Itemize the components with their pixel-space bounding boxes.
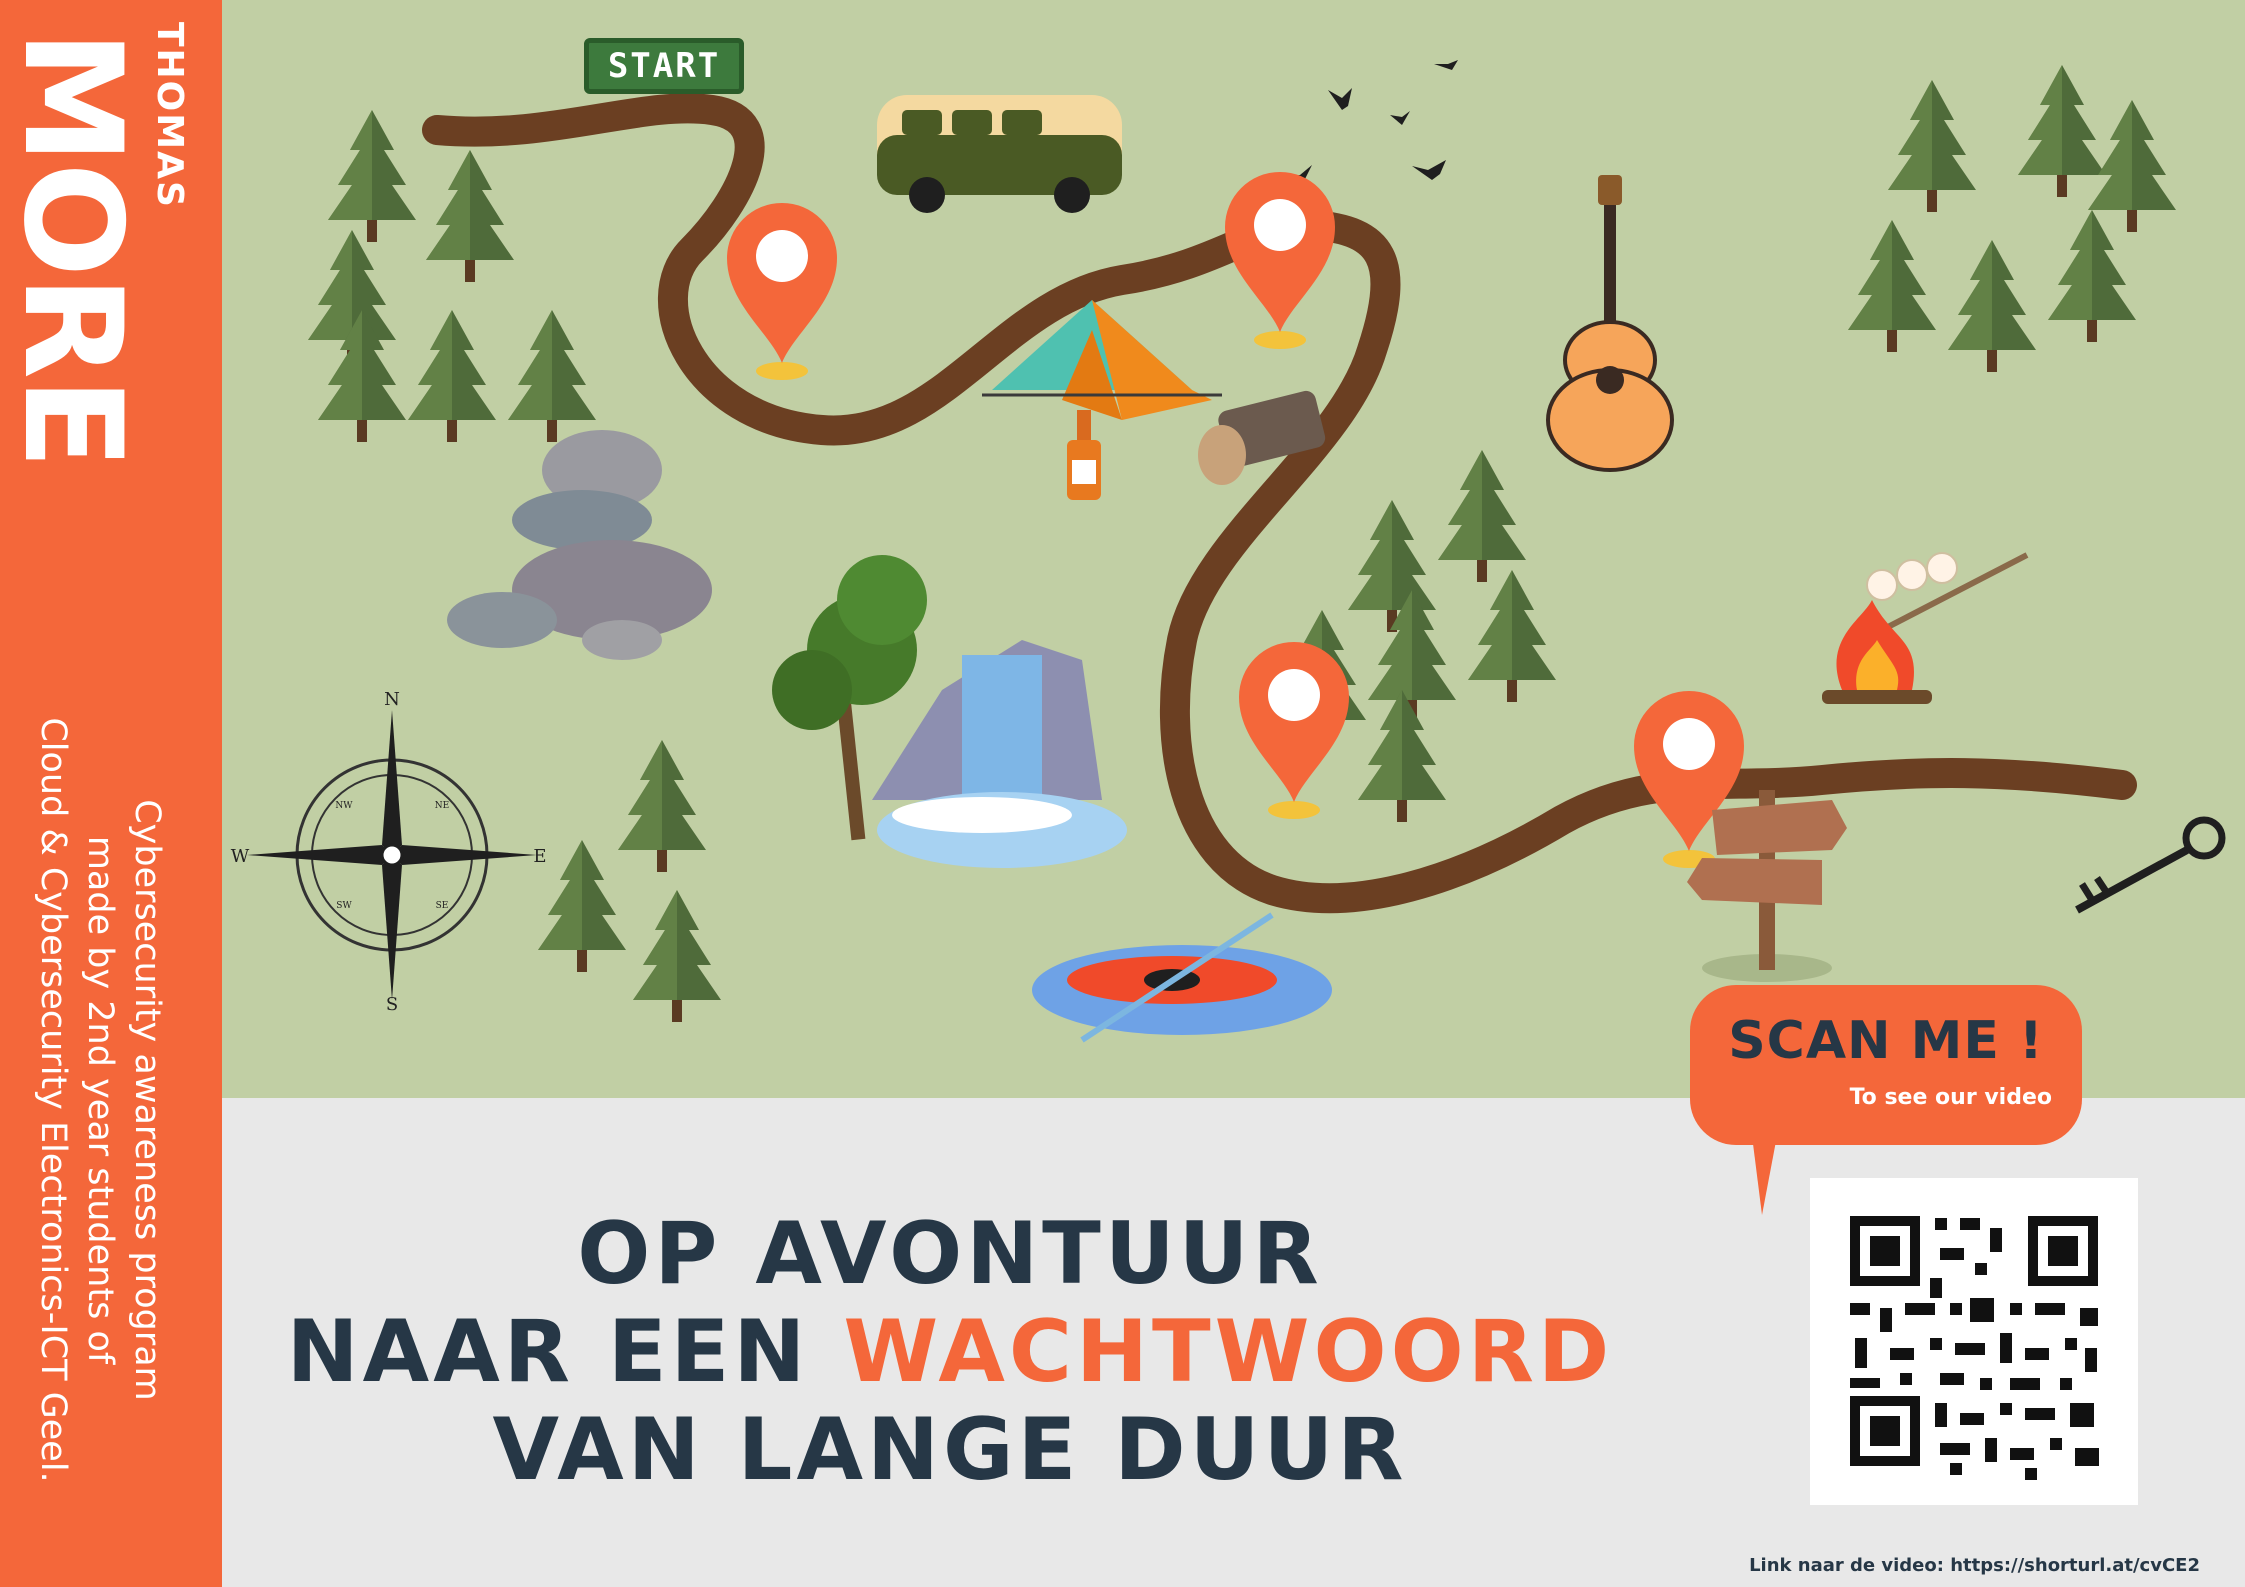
compass-nw: NW (335, 801, 353, 811)
program-line-3: Cloud & Cybersecurity Electronics-ICT Ge… (33, 717, 73, 1483)
scan-me-bubble: SCAN ME ! To see our video (1690, 985, 2082, 1145)
compass-se: SE (436, 901, 449, 911)
rocks (447, 430, 712, 660)
video-link[interactable]: Link naar de video: https://shorturl.at/… (1749, 1555, 2200, 1576)
compass-w: W (231, 846, 250, 867)
compass-e: E (533, 846, 546, 867)
title-line-1: OP AVONTUUR (577, 1204, 1323, 1304)
compass-sw: SW (336, 901, 352, 911)
bottle (1067, 410, 1101, 500)
program-description: Cybersecurity awareness program made by … (29, 620, 170, 1580)
compass-n: N (384, 689, 400, 710)
program-line-1: Cybersecurity awareness program (127, 799, 167, 1401)
map-illustration: N S W E NE NW SE SW (231, 60, 2226, 1043)
adventure-map: N S W E NE NW SE SW START (222, 0, 2245, 1098)
title-line-2: NAAR EEN WACHTWOORD (200, 1303, 1700, 1401)
compass-rose: N S W E NE NW SE SW (231, 689, 547, 1015)
signpost (1687, 790, 1847, 982)
scan-me-text: SCAN ME ! (1728, 1011, 2044, 1071)
qr-code-icon (1850, 1216, 2099, 1480)
start-label: START (607, 46, 721, 86)
guitar (1546, 175, 1674, 472)
start-badge: START (584, 38, 744, 94)
van (877, 95, 1122, 213)
title-accent-word: WACHTWOORD (843, 1302, 1614, 1402)
key-icon (2075, 816, 2226, 914)
campfire (1822, 552, 2029, 704)
kayak (1032, 912, 1332, 1043)
logo-thomas: THOMAS (149, 22, 190, 209)
compass-s: S (386, 994, 398, 1015)
title-line-3: VAN LANGE DUUR (492, 1400, 1408, 1500)
compass-ne: NE (435, 801, 449, 811)
logo-more: MORE (0, 30, 151, 468)
scan-me-subtext: To see our video (1849, 1085, 2052, 1110)
title-line-2-prefix: NAAR EEN (286, 1302, 844, 1402)
qr-code[interactable] (1810, 1178, 2138, 1505)
program-line-2: made by 2nd year students of (80, 835, 120, 1365)
birds (1284, 60, 1458, 185)
sidebar: THOMAS MORE Cybersecurity awareness prog… (0, 0, 222, 1587)
waterfall (772, 555, 1127, 868)
poster-title: OP AVONTUUR NAAR EEN WACHTWOORD VAN LANG… (200, 1205, 1700, 1499)
